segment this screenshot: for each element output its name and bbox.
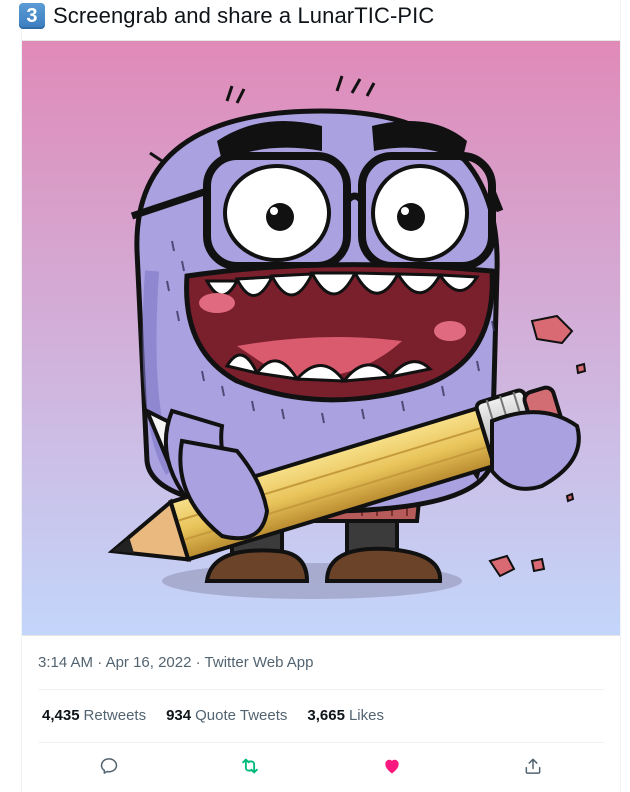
retweets-label: Retweets xyxy=(83,707,147,724)
tweet-time: 3:14 AM xyxy=(38,654,94,671)
tweet-page: 3 Screengrab and share a LunarTIC-PIC 3:… xyxy=(0,0,630,792)
tweet-date: Apr 16, 2022 xyxy=(105,654,192,671)
quotes-stat[interactable]: 934 Quote Tweets xyxy=(166,707,287,724)
divider xyxy=(38,742,604,743)
monster-illustration xyxy=(22,41,620,635)
share-icon xyxy=(525,758,541,774)
retweet-button[interactable] xyxy=(238,754,262,778)
like-button[interactable] xyxy=(380,754,404,778)
likes-count: 3,665 xyxy=(307,707,345,724)
divider xyxy=(38,689,604,690)
keycap-number-icon: 3 xyxy=(19,3,45,29)
tweet-stats: 4,435 Retweets 934 Quote Tweets 3,665 Li… xyxy=(42,707,404,724)
tweet-text: 3 Screengrab and share a LunarTIC-PIC xyxy=(19,2,434,30)
reply-button[interactable] xyxy=(97,754,121,778)
quotes-label: Quote Tweets xyxy=(195,707,288,724)
tweet-source[interactable]: Twitter Web App xyxy=(205,654,314,671)
likes-stat[interactable]: 3,665 Likes xyxy=(307,707,384,724)
retweet-icon xyxy=(242,758,258,774)
tweet-actions xyxy=(38,748,604,784)
quotes-count: 934 xyxy=(166,707,192,724)
meta-separator: · xyxy=(191,654,205,671)
tweet-text-content: Screengrab and share a LunarTIC-PIC xyxy=(53,3,435,28)
tweet-timestamp[interactable]: 3:14 AM · Apr 16, 2022 · Twitter Web App xyxy=(38,654,313,671)
meta-separator: · xyxy=(93,654,106,671)
retweets-stat[interactable]: 4,435 Retweets xyxy=(42,707,146,724)
likes-label: Likes xyxy=(348,707,384,724)
heart-icon xyxy=(385,759,399,774)
tweet-media-image[interactable] xyxy=(22,40,620,636)
share-button[interactable] xyxy=(521,754,545,778)
reply-icon xyxy=(100,758,118,774)
retweets-count: 4,435 xyxy=(42,707,80,724)
